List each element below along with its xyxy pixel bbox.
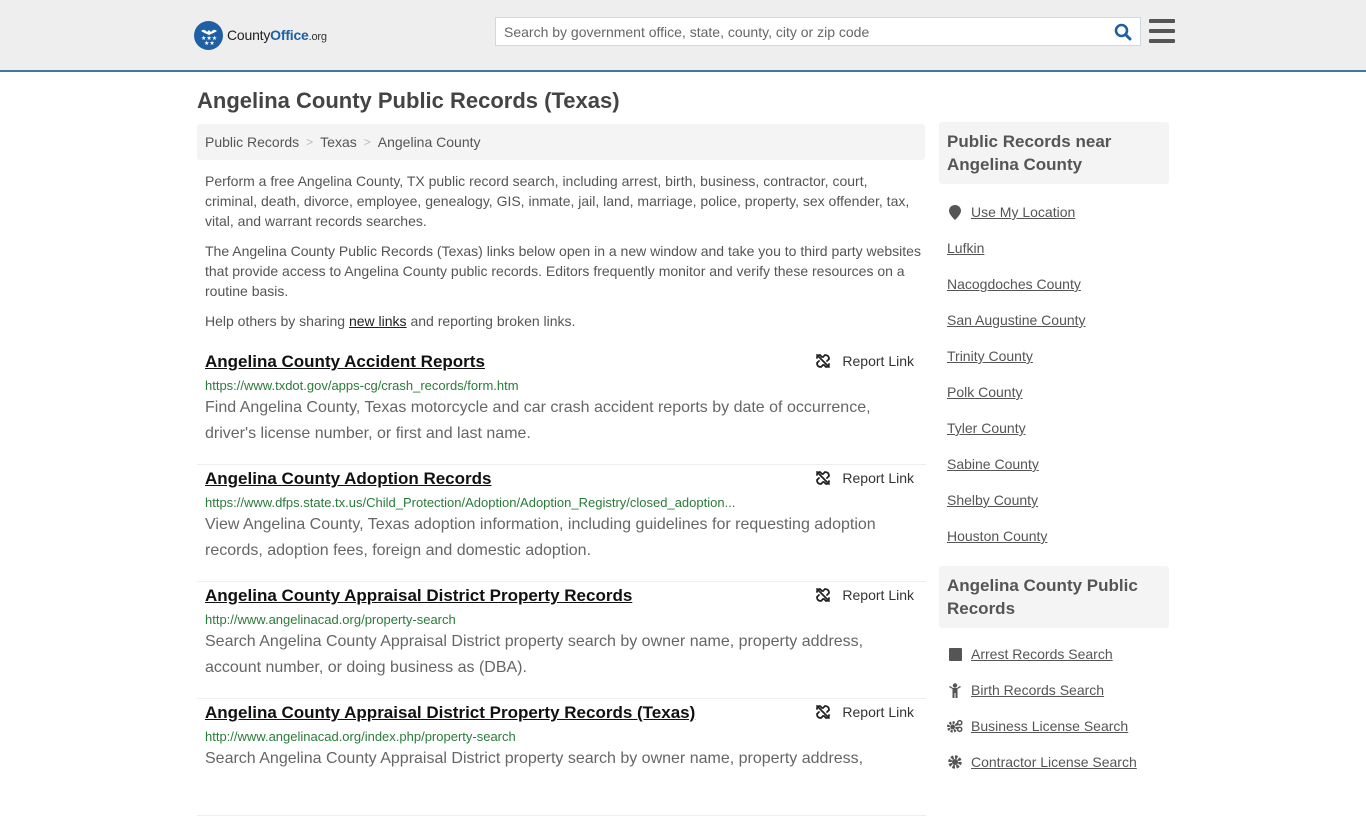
results-list: Angelina County Accident Reports Report …	[197, 348, 926, 816]
report-link-button[interactable]: Report Link	[815, 353, 914, 369]
intro-paragraph-3: Help others by sharing new links and rep…	[205, 311, 921, 331]
search-box	[495, 17, 1141, 46]
birth-records-link[interactable]: Birth Records Search	[971, 682, 1104, 698]
breadcrumb-public-records[interactable]: Public Records	[205, 134, 299, 150]
result-item: Angelina County Adoption Records Report …	[197, 465, 926, 582]
result-title-link[interactable]: Angelina County Appraisal District Prope…	[205, 703, 695, 723]
logo-brand-tld: .org	[308, 31, 327, 43]
nearby-item: Sabine County	[947, 446, 1169, 482]
sidebar: Public Records near Angelina County Use …	[939, 122, 1169, 790]
breadcrumb-separator: >	[306, 135, 314, 149]
search-input[interactable]	[496, 18, 1106, 45]
result-url[interactable]: https://www.dfps.state.tx.us/Child_Prote…	[205, 495, 918, 510]
nearby-link-houston-county[interactable]: Houston County	[947, 528, 1047, 544]
report-link-label: Report Link	[842, 470, 914, 486]
search-icon	[1114, 23, 1132, 40]
report-link-button[interactable]: Report Link	[815, 704, 914, 720]
intro-paragraph-2: The Angelina County Public Records (Texa…	[205, 243, 921, 299]
result-url[interactable]: http://www.angelinacad.org/property-sear…	[205, 612, 918, 627]
use-my-location-link[interactable]: Use My Location	[971, 204, 1075, 220]
map-marker-icon	[947, 204, 963, 220]
gear-icon	[947, 755, 963, 769]
intro-text-after: and reporting broken links.	[406, 313, 576, 329]
nearby-link-shelby-county[interactable]: Shelby County	[947, 492, 1038, 508]
arrest-records-link[interactable]: Arrest Records Search	[971, 646, 1113, 662]
nearby-link-polk-county[interactable]: Polk County	[947, 384, 1022, 400]
nearby-item: Tyler County	[947, 410, 1169, 446]
report-link-label: Report Link	[842, 353, 914, 369]
logo-brand-accent: Office	[270, 27, 309, 43]
result-item: Angelina County Appraisal District Prope…	[197, 699, 926, 816]
broken-link-icon	[816, 588, 831, 602]
county-records-list: Arrest Records Search Birth Records Sear…	[939, 628, 1169, 790]
svg-text:★★: ★★	[204, 40, 215, 46]
use-my-location-item: Use My Location	[947, 194, 1169, 230]
logo-text: CountyOffice.org	[227, 27, 327, 43]
nearby-item: Trinity County	[947, 338, 1169, 374]
top-header: ★★★ ★★ CountyOffice.org	[0, 0, 1366, 72]
broken-link-icon	[816, 471, 831, 485]
result-item: Angelina County Appraisal District Prope…	[197, 582, 926, 699]
record-type-item: Birth Records Search	[947, 672, 1169, 708]
county-records-heading: Angelina County Public Records	[939, 566, 1169, 628]
eagle-stars-badge-icon: ★★★ ★★	[194, 20, 223, 50]
result-description: Find Angelina County, Texas motorcycle a…	[205, 399, 871, 442]
intro-paragraph-1: Perform a free Angelina County, TX publi…	[205, 173, 910, 229]
result-description: Search Angelina County Appraisal Distric…	[205, 633, 864, 676]
nearby-item: San Augustine County	[947, 302, 1169, 338]
child-icon	[947, 682, 963, 698]
nearby-link-tyler-county[interactable]: Tyler County	[947, 420, 1026, 436]
breadcrumb-separator: >	[363, 135, 371, 149]
nearby-item: Shelby County	[947, 482, 1169, 518]
gears-icon	[947, 719, 963, 733]
square-icon	[947, 647, 963, 661]
result-url[interactable]: https://www.txdot.gov/apps-cg/crash_reco…	[205, 378, 918, 393]
broken-link-icon	[816, 354, 831, 368]
nearby-item: Nacogdoches County	[947, 266, 1169, 302]
menu-bar	[1149, 39, 1175, 43]
record-type-item: Business License Search	[947, 708, 1169, 744]
nearby-link-trinity-county[interactable]: Trinity County	[947, 348, 1033, 364]
intro-text-before: Help others by sharing	[205, 313, 349, 329]
nearby-item: Lufkin	[947, 230, 1169, 266]
result-description: View Angelina County, Texas adoption inf…	[205, 516, 876, 559]
menu-bar	[1149, 29, 1175, 33]
intro-text: Perform a free Angelina County, TX publi…	[205, 171, 921, 341]
breadcrumb: Public Records > Texas > Angelina County	[197, 124, 925, 160]
nearby-records-heading: Public Records near Angelina County	[939, 122, 1169, 184]
hamburger-menu-icon[interactable]	[1149, 19, 1175, 43]
result-item: Angelina County Accident Reports Report …	[197, 348, 926, 465]
nearby-link-sabine-county[interactable]: Sabine County	[947, 456, 1039, 472]
result-title-link[interactable]: Angelina County Accident Reports	[205, 352, 485, 372]
report-link-label: Report Link	[842, 587, 914, 603]
page-title: Angelina County Public Records (Texas)	[197, 88, 620, 113]
nearby-item: Polk County	[947, 374, 1169, 410]
logo-brand-main: County	[227, 27, 271, 43]
new-links-link[interactable]: new links	[349, 313, 407, 329]
report-link-button[interactable]: Report Link	[815, 470, 914, 486]
report-link-label: Report Link	[842, 704, 914, 720]
menu-bar	[1149, 19, 1175, 23]
nearby-link-lufkin[interactable]: Lufkin	[947, 240, 984, 256]
record-type-item: Arrest Records Search	[947, 636, 1169, 672]
result-title-link[interactable]: Angelina County Appraisal District Prope…	[205, 586, 632, 606]
business-license-link[interactable]: Business License Search	[971, 718, 1128, 734]
breadcrumb-texas[interactable]: Texas	[320, 134, 357, 150]
nearby-records-list: Use My Location Lufkin Nacogdoches Count…	[939, 184, 1169, 564]
breadcrumb-angelina-county[interactable]: Angelina County	[378, 134, 481, 150]
broken-link-icon	[816, 705, 831, 719]
nearby-link-nacogdoches-county[interactable]: Nacogdoches County	[947, 276, 1081, 292]
nearby-link-san-augustine-county[interactable]: San Augustine County	[947, 312, 1086, 328]
report-link-button[interactable]: Report Link	[815, 587, 914, 603]
nearby-item: Houston County	[947, 518, 1169, 554]
result-description: Search Angelina County Appraisal Distric…	[205, 750, 864, 767]
site-logo[interactable]: ★★★ ★★ CountyOffice.org	[194, 20, 327, 50]
result-title-link[interactable]: Angelina County Adoption Records	[205, 469, 491, 489]
record-type-item: Contractor License Search	[947, 744, 1169, 780]
result-url[interactable]: http://www.angelinacad.org/index.php/pro…	[205, 729, 918, 744]
search-button[interactable]	[1106, 18, 1140, 45]
